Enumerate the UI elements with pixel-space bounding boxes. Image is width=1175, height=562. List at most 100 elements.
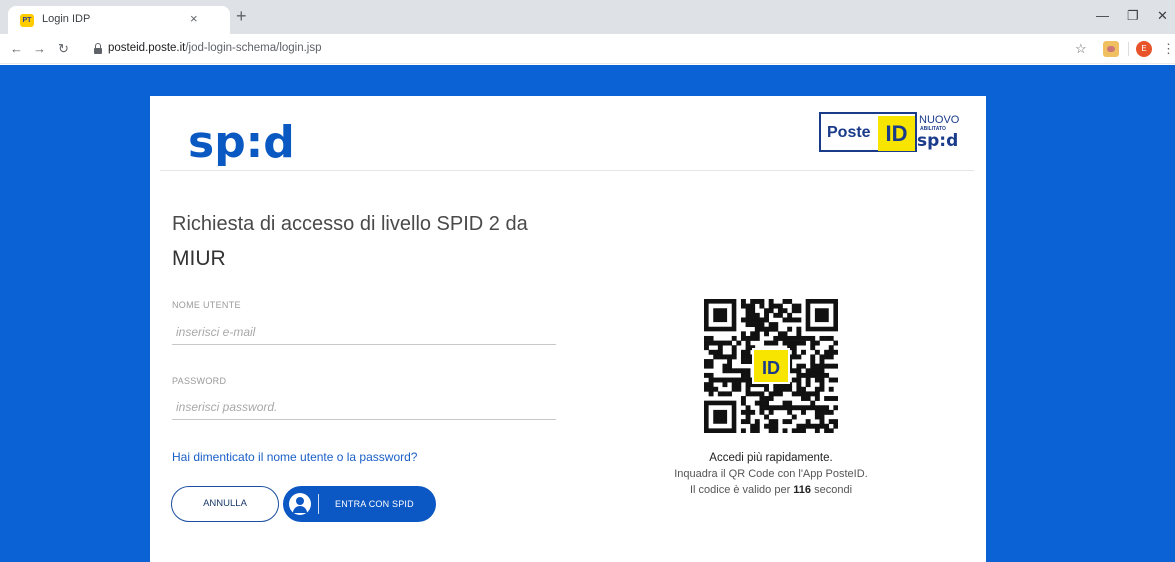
qr-module	[791, 377, 797, 383]
qr-module	[824, 335, 830, 341]
qr-module	[777, 386, 783, 392]
forward-arrow-icon[interactable]: →	[33, 42, 46, 56]
qr-module	[801, 372, 806, 378]
lock-icon	[94, 43, 102, 54]
qr-module	[750, 423, 756, 429]
qr-module	[787, 386, 793, 392]
cancel-button[interactable]: ANNULLA	[171, 486, 279, 522]
username-input[interactable]	[172, 319, 556, 345]
qr-module	[791, 349, 797, 355]
request-heading: Richiesta di accesso di livello SPID 2 d…	[172, 213, 528, 235]
qr-module	[819, 414, 825, 420]
qr-module	[814, 396, 820, 401]
qr-module	[740, 377, 746, 383]
qr-module	[819, 405, 825, 411]
qr-module	[819, 359, 825, 364]
qr-module	[791, 317, 797, 323]
qr-module	[768, 308, 774, 314]
qr-module	[750, 409, 756, 415]
qr-module	[727, 377, 733, 383]
qr-module	[704, 340, 709, 346]
qr-module	[796, 340, 802, 346]
qr-module	[768, 391, 774, 397]
qr-module	[713, 354, 719, 360]
url-text: posteid.poste.it/jod-login-schema/login.…	[108, 42, 322, 54]
qr-module	[819, 354, 825, 360]
new-tab-icon[interactable]: +	[236, 7, 247, 25]
qr-module	[805, 368, 811, 374]
qr-module	[814, 391, 820, 397]
qr-module	[810, 368, 816, 374]
qr-module	[810, 354, 816, 360]
qr-module	[759, 409, 765, 415]
url-host: posteid.poste.it	[108, 42, 186, 54]
qr-module	[828, 377, 834, 383]
extension-icon[interactable]	[1103, 41, 1119, 57]
qr-module	[754, 299, 760, 304]
password-input[interactable]	[172, 394, 556, 420]
qr-module	[759, 317, 765, 323]
qr-module	[828, 428, 834, 434]
qr-module	[704, 345, 709, 351]
poste-logo-box: Poste ID	[819, 112, 917, 152]
qr-module	[740, 409, 746, 415]
restore-icon[interactable]: ❐	[1127, 9, 1139, 23]
profile-avatar[interactable]: E	[1136, 41, 1152, 57]
password-label: PASSWORD	[172, 376, 227, 386]
qr-module	[750, 331, 756, 337]
qr-module	[759, 391, 765, 397]
qr-module	[819, 386, 825, 392]
qr-module	[805, 419, 811, 425]
qr-module	[722, 382, 728, 388]
qr-module	[722, 368, 728, 374]
qr-module	[819, 423, 825, 429]
qr-module	[745, 372, 751, 378]
qr-module	[833, 419, 839, 425]
tab-close-icon[interactable]: ×	[190, 11, 198, 27]
back-arrow-icon[interactable]: ←	[10, 42, 23, 56]
qr-module	[777, 335, 783, 341]
close-window-icon[interactable]: ✕	[1157, 9, 1168, 23]
qr-module	[773, 423, 779, 429]
qr-module	[828, 354, 834, 360]
qr-module	[731, 382, 737, 388]
reload-icon[interactable]: ↻	[58, 42, 69, 56]
qr-module	[750, 308, 756, 314]
qr-module	[731, 386, 737, 392]
qr-timer-seconds: 116	[793, 484, 812, 496]
qr-module	[704, 372, 709, 378]
menu-dots-icon[interactable]: ⋮	[1162, 42, 1175, 56]
qr-module	[722, 363, 728, 369]
qr-module	[833, 340, 839, 346]
qr-module	[773, 326, 779, 332]
browser-toolbar: ← → ↻ posteid.poste.it/jod-login-schema/…	[0, 34, 1175, 64]
login-spid-button[interactable]: ENTRA CON SPID	[283, 486, 436, 522]
address-bar[interactable]: posteid.poste.it/jod-login-schema/login.…	[86, 38, 1056, 60]
qr-module	[796, 308, 802, 314]
qr-module	[796, 423, 802, 429]
qr-module	[740, 354, 746, 360]
star-icon[interactable]: ☆	[1075, 42, 1087, 56]
qr-module	[727, 391, 733, 397]
qr-module	[727, 340, 733, 346]
qr-module	[791, 391, 797, 397]
qr-module	[828, 363, 834, 369]
qr-module	[801, 363, 806, 369]
qr-module	[745, 303, 751, 309]
qr-module	[819, 409, 825, 415]
poste-favicon-icon: PT	[20, 14, 34, 27]
qr-module	[708, 391, 714, 397]
forgot-credentials-link[interactable]: Hai dimenticato il nome utente o la pass…	[172, 450, 417, 464]
browser-tab[interactable]: PT Login IDP ×	[8, 6, 230, 34]
qr-module	[787, 419, 793, 425]
qr-module	[754, 312, 760, 318]
qr-module	[713, 377, 719, 383]
qr-module	[787, 340, 793, 346]
qr-module	[791, 345, 797, 351]
qr-module	[824, 423, 830, 429]
qr-module	[810, 359, 816, 364]
qr-module	[717, 340, 723, 346]
minimize-icon[interactable]: —	[1096, 9, 1109, 23]
qr-module	[773, 340, 779, 346]
qr-module	[819, 335, 825, 341]
